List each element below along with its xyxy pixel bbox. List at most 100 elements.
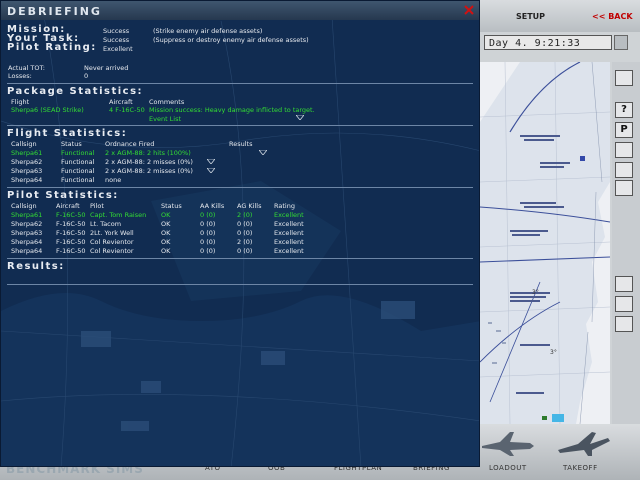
map-settings-button[interactable] (615, 316, 633, 332)
chevron-down-icon[interactable] (296, 115, 304, 120)
pilot-row-aa-kills: 0 (0) (200, 247, 216, 255)
flight-col-results: Results (229, 140, 253, 148)
pilot-row-ag-kills: 2 (0) (237, 238, 253, 246)
pilot-row-name: Lt. Tacom (90, 220, 122, 228)
pilot-rating-label: Pilot Rating: (7, 42, 97, 53)
pilot-row-rating: Excellent (274, 247, 304, 255)
event-list-dropdown[interactable]: Event List (149, 115, 181, 123)
pilot-col-callsign: Callsign (11, 202, 37, 210)
package-button[interactable]: P (615, 122, 633, 138)
pilot-row-aircraft: F-16C-50 (56, 211, 86, 219)
chevron-down-icon[interactable] (259, 150, 267, 155)
actual-tot-label: Actual TOT: (8, 64, 45, 72)
pilot-row-aa-kills: 0 (0) (200, 229, 216, 237)
package-col-flight: Flight (11, 98, 30, 106)
pilot-rating-value: Excellent (103, 45, 133, 53)
pilot-row-aircraft: F-16C-50 (56, 247, 86, 255)
pilot-row-callsign: Sherpa63 (11, 229, 43, 237)
flight-row-callsign[interactable]: Sherpa63 (11, 167, 42, 175)
chevron-down-icon[interactable] (207, 159, 215, 164)
flight-row-ordnance: 2 x AGM-88: 2 misses (0%) (105, 158, 193, 166)
flight-col-ordnance: Ordnance Fired (105, 140, 155, 148)
pilot-row-rating: Excellent (274, 220, 304, 228)
pilot-row-name: Capt. Tom Raisen (90, 211, 147, 219)
package-flight-name[interactable]: Sherpa6 (SEAD Strike) (11, 106, 84, 114)
divider (7, 284, 473, 285)
pilot-row-ag-kills: 0 (0) (237, 247, 253, 255)
flight-row-status: Functional (61, 167, 95, 175)
pilot-row-status: OK (161, 211, 171, 219)
pilot-row-ag-kills: 0 (0) (237, 229, 253, 237)
pilot-row-status: OK (161, 238, 171, 246)
flight-row-callsign[interactable]: Sherpa64 (11, 176, 42, 184)
pilot-statistics-heading: Pilot Statistics: (7, 190, 119, 201)
zoom-in-icon[interactable] (615, 162, 633, 178)
flight-row-ordnance: 2 x AGM-88: 2 misses (0%) (105, 167, 193, 175)
divider (7, 83, 473, 84)
window-title: DEBRIEFING (7, 5, 102, 18)
pilot-row-name: Col Revientor (90, 238, 134, 246)
tab-loadout[interactable]: LOADOUT (489, 464, 527, 472)
flight-col-status: Status (61, 140, 82, 148)
flight-col-callsign: Callsign (11, 140, 37, 148)
results-heading: Results: (7, 261, 65, 272)
losses-value: 0 (84, 72, 89, 80)
package-comment: Mission success: Heavy damage inflicted … (149, 106, 315, 114)
tab-takeoff[interactable]: TAKEOFF (563, 464, 598, 472)
pilot-row-ag-kills: 0 (0) (237, 220, 253, 228)
pilot-col-ag-kills: AG Kills (237, 202, 262, 210)
flight-row-callsign[interactable]: Sherpa61 (11, 149, 42, 157)
pilot-row-rating: Excellent (274, 229, 304, 237)
pilot-row-aircraft: F-16C-50 (56, 229, 86, 237)
pilot-row-aa-kills: 0 (0) (200, 238, 216, 246)
map-filter-button[interactable] (615, 276, 633, 292)
loadout-jet-icon[interactable] (480, 430, 536, 456)
close-icon[interactable] (463, 4, 475, 16)
flight-row-callsign[interactable]: Sherpa62 (11, 158, 42, 166)
svg-text:3°: 3° (550, 349, 557, 356)
map-toolbar: ? P (612, 62, 640, 424)
pilot-row-callsign: Sherpa61 (11, 211, 43, 219)
pilot-col-rating: Rating (274, 202, 295, 210)
pilot-row-callsign: Sherpa64 (11, 238, 43, 246)
campaign-map[interactable]: 3° 3° (480, 62, 610, 424)
game-clock: Day 4. 9:21:33 (484, 35, 612, 50)
package-col-aircraft: Aircraft (109, 98, 133, 106)
losses-label: Losses: (8, 72, 32, 80)
pilot-col-aa-kills: AA Kills (200, 202, 225, 210)
pilot-col-status: Status (161, 202, 182, 210)
debriefing-window: DEBRIEFING Mission: Success (Strike enem… (0, 0, 480, 467)
pilot-row-aa-kills: 0 (0) (200, 220, 216, 228)
takeoff-jet-icon[interactable] (556, 430, 612, 456)
package-statistics-heading: Package Statistics: (7, 86, 144, 97)
clock-control-button[interactable] (614, 35, 628, 50)
map-graphic: 3° 3° (480, 62, 610, 424)
magnify-icon[interactable] (615, 142, 633, 158)
pilot-row-name: Col Revientor (90, 247, 134, 255)
setup-tab[interactable]: SETUP (516, 12, 545, 21)
pilot-row-name: 2Lt. York Well (90, 229, 134, 237)
pilot-row-aircraft: F-16C-50 (56, 238, 86, 246)
flight-row-status: Functional (61, 149, 95, 157)
back-button[interactable]: << BACK (592, 12, 633, 21)
map-overview-button[interactable] (615, 70, 633, 86)
svg-text:3°: 3° (532, 289, 539, 296)
pilot-row-status: OK (161, 247, 171, 255)
divider (7, 258, 473, 259)
pilot-col-aircraft: Aircraft (56, 202, 80, 210)
help-button[interactable]: ? (615, 102, 633, 118)
pilot-row-rating: Excellent (274, 238, 304, 246)
map-layer-button[interactable] (615, 296, 633, 312)
package-col-comments: Comments (149, 98, 185, 106)
pilot-row-aircraft: F-16C-50 (56, 220, 86, 228)
pilot-row-aa-kills: 0 (0) (200, 211, 216, 219)
chevron-down-icon[interactable] (207, 168, 215, 173)
flight-statistics-heading: Flight Statistics: (7, 128, 128, 139)
divider (7, 125, 473, 126)
flight-row-ordnance: none (105, 176, 122, 184)
task-result: Success (103, 36, 130, 44)
pilot-row-callsign: Sherpa64 (11, 247, 43, 255)
flight-row-status: Functional (61, 158, 95, 166)
zoom-out-icon[interactable] (615, 180, 633, 196)
mission-result: Success (103, 27, 130, 35)
